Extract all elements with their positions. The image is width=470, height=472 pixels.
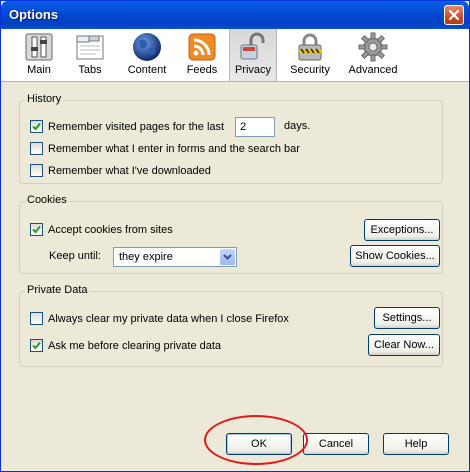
keep-until-value: they expire [119,251,173,263]
always-clear-checkbox[interactable]: Always clear my private data when I clos… [30,311,310,327]
remember-forms-checkbox[interactable]: Remember what I enter in forms and the s… [30,141,330,157]
remember-downloads-check-box[interactable] [30,164,43,177]
tab-tabs-label: Tabs [78,64,102,76]
settings-button[interactable]: Settings... [374,307,440,329]
accept-cookies-label: Accept cookies from sites [48,224,173,236]
keep-until-select[interactable]: they expire [113,247,237,267]
remember-forms-check-box[interactable] [30,142,43,155]
remember-pages-checkbox[interactable]: Remember visited pages for the last [30,119,230,135]
always-clear-check-box[interactable] [30,312,43,325]
cookies-group: Cookies Accept cookies from sites Except… [19,194,443,274]
private-data-legend: Private Data [25,284,90,296]
history-group: History Remember visited pages for the l… [19,93,443,184]
private-data-group: Private Data Always clear my private dat… [19,284,443,367]
tab-feeds-label: Feeds [186,64,218,76]
clear-now-button[interactable]: Clear Now... [368,334,440,356]
checkmark-icon [32,122,41,131]
window-title: Options [9,7,59,22]
remember-pages-check-box[interactable] [30,120,43,133]
annotation-ellipse [204,415,308,465]
tab-privacy-label: Privacy [234,64,272,76]
accept-cookies-checkbox[interactable]: Accept cookies from sites [30,222,210,238]
tab-security[interactable]: Security [285,29,335,81]
history-legend: History [25,93,64,105]
exceptions-button[interactable]: Exceptions... [364,219,440,241]
cookies-legend: Cookies [25,194,69,206]
remember-pages-label: Remember visited pages for the last [48,121,225,133]
padlock-icon [240,32,265,60]
history-days-input[interactable]: 2 [235,117,275,137]
close-icon [448,9,460,21]
tabs-icon [76,35,104,60]
ask-before-label: Ask me before clearing private data [48,340,222,352]
ask-before-check-box[interactable] [30,339,43,352]
dropdown-arrow-button[interactable] [220,249,235,265]
security-lock-icon [298,33,322,61]
tab-content[interactable]: Content [121,29,173,81]
close-button[interactable] [444,5,464,25]
tab-feeds[interactable]: Feeds [181,29,223,81]
main-switch-icon [25,33,53,61]
remember-downloads-checkbox[interactable]: Remember what I've downloaded [30,163,250,179]
tab-advanced-label: Advanced [348,64,398,76]
accept-cookies-check-box[interactable] [30,223,43,236]
show-cookies-button[interactable]: Show Cookies... [350,245,440,267]
options-window: Options Main Tabs Content Feeds Privacy … [0,0,470,472]
checkmark-icon [32,225,41,234]
cancel-button[interactable]: Cancel [303,433,369,455]
title-bar[interactable]: Options [1,1,469,29]
checkmark-icon [32,341,41,350]
tab-main[interactable]: Main [17,29,61,81]
remember-forms-label: Remember what I enter in forms and the s… [48,143,300,155]
chevron-down-icon [223,254,232,260]
rss-feed-icon [188,33,216,61]
tab-tabs[interactable]: Tabs [68,29,112,81]
ask-before-clearing-checkbox[interactable]: Ask me before clearing private data [30,338,250,354]
globe-icon [133,33,161,61]
tab-security-label: Security [290,64,330,76]
tab-privacy[interactable]: Privacy [229,29,277,81]
tab-content-label: Content [127,64,167,76]
keep-until-label: Keep until: [49,250,101,262]
tab-main-label: Main [27,64,51,76]
help-button[interactable]: Help [383,433,449,455]
tab-advanced[interactable]: Advanced [343,29,403,81]
gear-icon [358,32,388,62]
always-clear-label: Always clear my private data when I clos… [48,313,289,325]
days-suffix-label: days. [284,120,311,132]
category-toolbar: Main Tabs Content Feeds Privacy Security… [1,29,469,82]
remember-downloads-label: Remember what I've downloaded [48,165,211,177]
